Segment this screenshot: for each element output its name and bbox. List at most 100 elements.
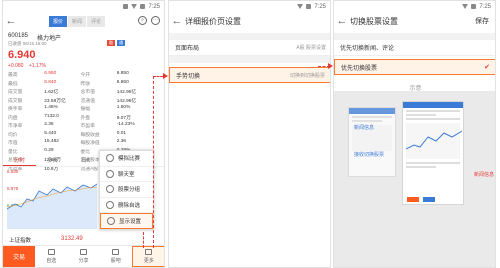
menu-item-chatroom[interactable]: 聊天室 — [100, 167, 153, 182]
quote-value: 0.29 — [44, 147, 54, 153]
price-change: +0.080 +1.17% — [8, 63, 50, 69]
row-label: 手势切换 — [176, 73, 201, 80]
quote-key: 最低 — [8, 81, 18, 87]
change-amount: +0.080 — [8, 63, 24, 69]
quote-value: 6.850 — [116, 71, 129, 76]
preview-trade-button — [407, 197, 419, 202]
tab-multi-day[interactable]: 多日 — [36, 156, 69, 166]
quote-value: 15.482 — [44, 139, 59, 144]
page-title: 详细报价页设置 — [185, 16, 241, 26]
menu-item-remove-watchlist[interactable]: 删除自选 — [100, 198, 153, 213]
quote-value: 2.36 — [116, 139, 127, 144]
divider — [334, 33, 495, 40]
quote-value: 1.62亿 — [44, 90, 59, 95]
back-arrow-icon[interactable]: ← — [334, 12, 350, 30]
quote-value: 6.950 — [44, 71, 57, 76]
chat-icon — [106, 169, 114, 178]
nav-share[interactable]: 分享 — [67, 246, 99, 267]
nav-more[interactable]: 更多 — [131, 246, 164, 267]
menu-item-display-settings[interactable]: 显示设置 — [100, 213, 153, 229]
status-bar: 7:25 — [334, 1, 495, 12]
quote-value: 6.860 — [116, 79, 129, 85]
save-button[interactable]: 保存 — [475, 16, 489, 26]
status-time: 7:25 — [148, 3, 160, 10]
menu-label: 删除自选 — [118, 202, 141, 209]
gesture-switch-row[interactable]: 手势切换 切换到切换股票 — [169, 67, 330, 83]
quote-key: 流通值 — [80, 98, 95, 104]
flow-arrow-icon — [163, 73, 168, 79]
battery-icon — [140, 4, 146, 9]
signal-icon — [131, 4, 138, 9]
menu-label: 模拟比赛 — [118, 156, 141, 163]
nav-label: 分享 — [78, 258, 89, 264]
flow-connector — [153, 76, 154, 248]
menu-item-stock-group[interactable]: 股票分组 — [100, 182, 153, 198]
more-dots-icon — [145, 249, 153, 255]
more-options-icon[interactable]: ⋯ — [151, 16, 160, 25]
quote-key: 均价 — [8, 132, 18, 138]
quote-key: 振幅 — [80, 107, 91, 112]
quote-value: 5.440 — [44, 130, 57, 136]
quote-key: 市值 — [8, 141, 18, 146]
current-price: 6.940 — [8, 49, 36, 61]
forum-icon — [112, 249, 120, 255]
preview-caption: 新闻信息 — [474, 172, 495, 178]
preview-line — [352, 120, 382, 122]
option-stock-first[interactable]: 优先切换股票 ✔ — [334, 59, 495, 75]
quote-key: 外盘 — [80, 115, 91, 121]
switch-stock-settings-screen: 7:25 ← 切换股票设置 保存 优先切换新闻、评论 优先切换股票 ✔ 示意 新… — [333, 0, 496, 268]
preview-line — [406, 114, 436, 116]
quote-value: 142.96亿 — [116, 98, 137, 104]
gear-icon — [107, 216, 115, 225]
quote-value: 0.01 — [116, 130, 127, 136]
bottom-nav: 交易 自选 分享 股吧 更多 — [3, 245, 164, 267]
connect-badge: 通 — [117, 40, 125, 46]
quote-value: 142.96亿 — [116, 90, 137, 95]
tab-news[interactable]: 新闻 — [68, 15, 87, 27]
preview-phone-back — [348, 107, 396, 177]
row-value: A股 股票设置 — [296, 45, 326, 51]
menu-item-simulation[interactable]: 模拟比赛 — [100, 151, 153, 167]
quote-value: 6.840 — [44, 79, 57, 85]
layout-row[interactable]: 页面布局 A股 股票设置 — [169, 40, 330, 56]
stock-header: ← 报价 新闻 评论 ⌕ ⋯ — [3, 12, 164, 30]
tab-intraday[interactable]: 分时 — [3, 156, 36, 166]
quote-key: 昨收 — [80, 81, 91, 87]
back-arrow-icon[interactable]: ← — [3, 12, 19, 30]
quote-key: 今开 — [80, 73, 91, 78]
tab-daily-k[interactable]: 日K — [69, 156, 102, 166]
tab-comments[interactable]: 评论 — [87, 15, 106, 27]
status-time: 7:25 — [314, 3, 326, 10]
nav-watchlist[interactable]: 自选 — [35, 246, 67, 267]
battery-icon — [306, 4, 312, 9]
trade-button[interactable]: 交易 — [3, 246, 36, 267]
battery-icon — [471, 4, 477, 9]
preview-caption: 接收切换股票 — [354, 152, 385, 158]
preview-line — [406, 118, 460, 120]
menu-label: 股票分组 — [118, 187, 141, 194]
back-arrow-icon[interactable]: ← — [169, 12, 185, 30]
preview-header — [403, 102, 463, 108]
quote-key: 总市值 — [80, 90, 95, 95]
menu-label: 显示设置 — [119, 218, 142, 225]
preview-line — [406, 162, 460, 164]
preview-header — [349, 108, 395, 114]
quote-key: 市净率 — [8, 124, 23, 129]
search-icon[interactable]: ⌕ — [138, 16, 147, 25]
quote-key: 内盘 — [8, 115, 18, 121]
page-title: 切换股票设置 — [350, 16, 398, 26]
tab-quote[interactable]: 报价 — [49, 15, 68, 27]
trophy-icon — [106, 154, 114, 163]
star-icon — [47, 249, 55, 255]
divider — [169, 56, 330, 63]
stock-code: 600185 — [8, 33, 29, 39]
nav-forum[interactable]: 股吧 — [100, 246, 132, 267]
quote-value: -14.23% — [116, 122, 135, 127]
preview-button — [423, 197, 435, 202]
signal-icon — [297, 4, 304, 9]
intraday-chart — [7, 183, 97, 229]
status-time: 7:25 — [479, 3, 491, 10]
option-news-first[interactable]: 优先切换新闻、评论 — [334, 40, 495, 56]
menu-label: 聊天室 — [118, 171, 135, 178]
index-value: 3132.49 — [61, 236, 83, 242]
